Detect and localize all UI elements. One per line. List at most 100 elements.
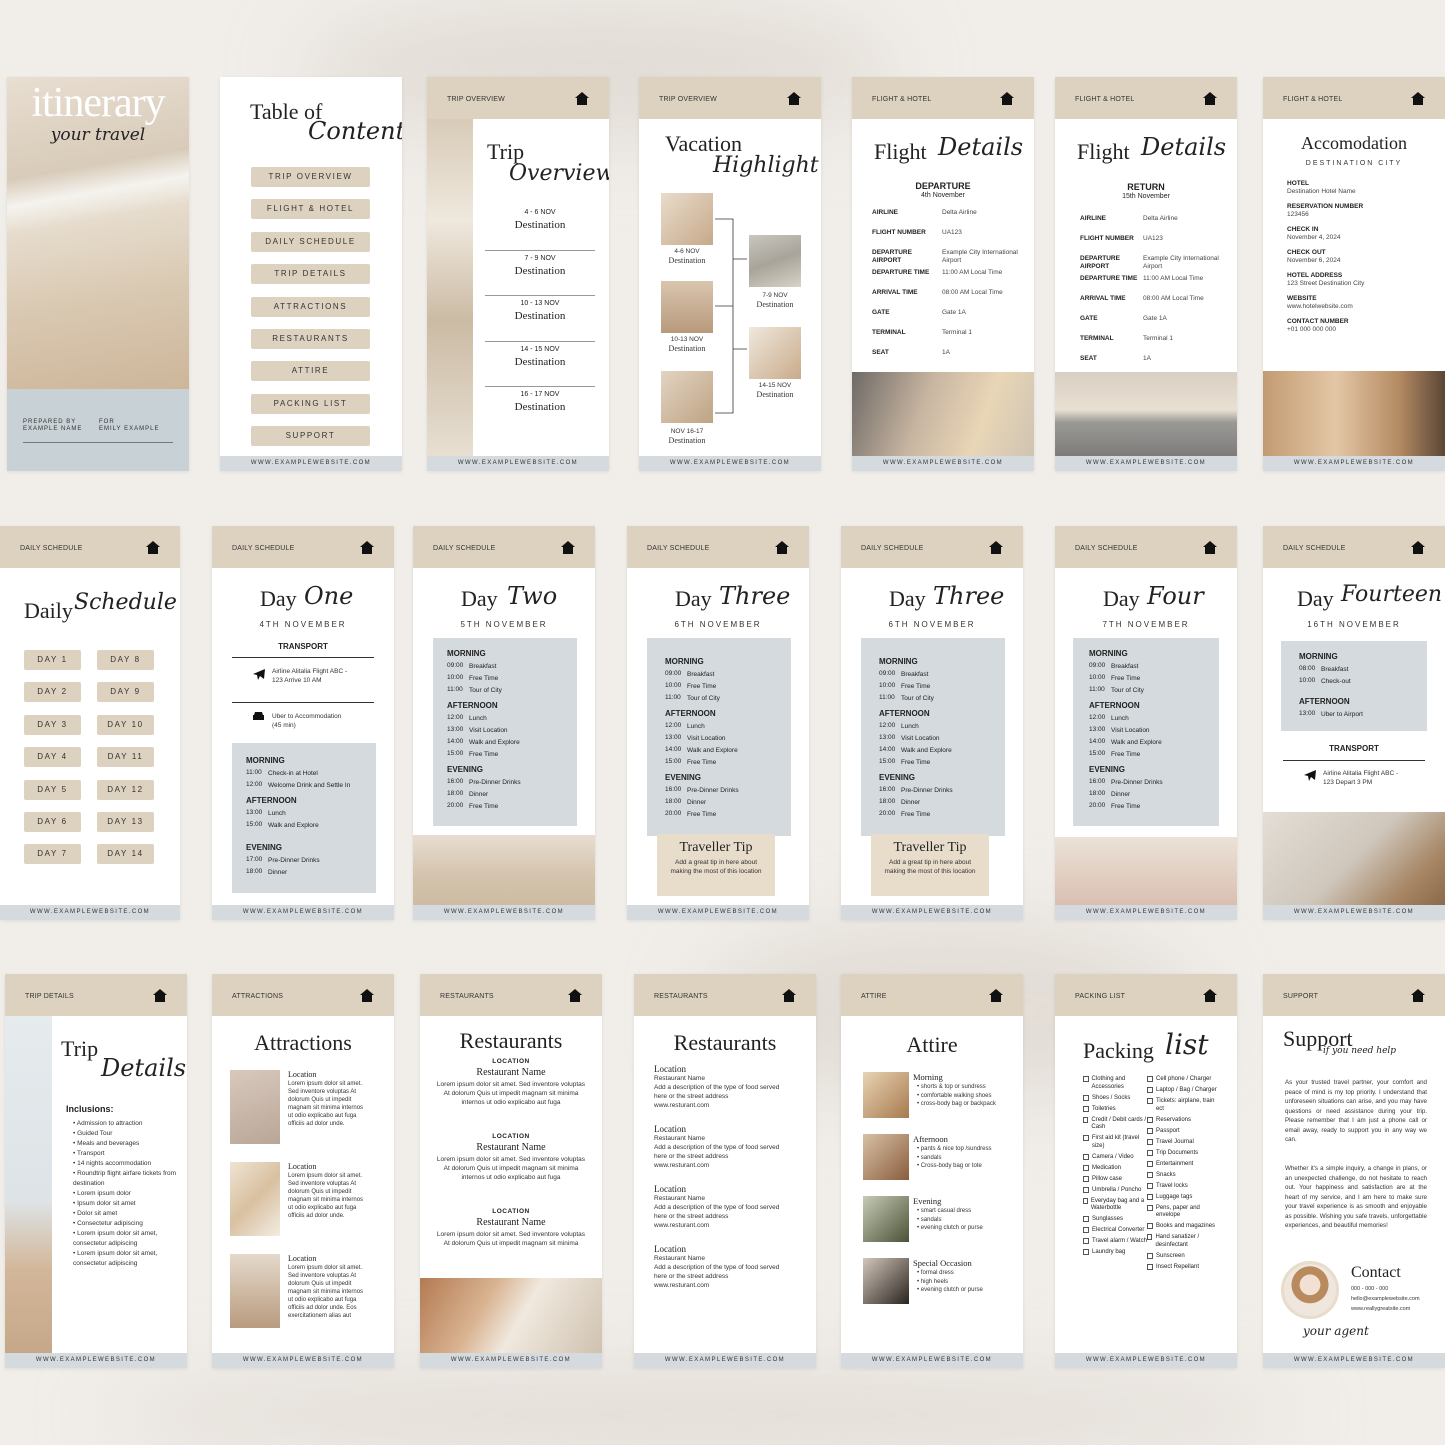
packing-item[interactable]: Sunscreen (1147, 1252, 1223, 1261)
day-button[interactable]: DAY 2 (24, 682, 81, 703)
checkbox-icon[interactable] (1083, 1216, 1089, 1222)
checkbox-icon[interactable] (1147, 1116, 1153, 1123)
day-two-page[interactable]: DAILY SCHEDULE Day Two 5TH NOVEMBER MORN… (413, 526, 595, 920)
checkbox-icon[interactable] (1083, 1135, 1089, 1141)
checkbox-icon[interactable] (1147, 1204, 1153, 1211)
packing-item[interactable]: Travel Journal (1147, 1138, 1223, 1147)
home-icon[interactable] (146, 541, 160, 554)
checkbox-icon[interactable] (1147, 1252, 1153, 1259)
packing-item[interactable]: Laptop / Bag / Charger (1147, 1087, 1223, 1095)
toc-item[interactable]: FLIGHT & HOTEL (251, 199, 370, 220)
packing-item[interactable]: Everyday bag and a Waterbottle (1083, 1197, 1151, 1213)
checkbox-icon[interactable] (1083, 1153, 1089, 1160)
checkbox-icon[interactable] (1147, 1138, 1153, 1145)
day-button[interactable]: DAY 4 (24, 747, 81, 768)
trip-overview-page[interactable]: TRIP OVERVIEW Trip Overview 4 - 6 NOV Des… (427, 77, 609, 471)
support-page[interactable]: SUPPORT Support if you need help As your… (1263, 974, 1445, 1368)
packing-item[interactable]: Pillow case (1083, 1175, 1151, 1184)
restaurants-page[interactable]: RESTAURANTS Restaurants LOCATION Restaura… (420, 974, 602, 1368)
checkbox-icon[interactable] (1147, 1263, 1153, 1270)
checkbox-icon[interactable] (1083, 1249, 1089, 1255)
packing-item[interactable]: Entertainment (1147, 1160, 1223, 1169)
home-icon[interactable] (1411, 92, 1425, 105)
checkbox-icon[interactable] (1147, 1127, 1153, 1134)
checkbox-icon[interactable] (1083, 1227, 1089, 1233)
day-button[interactable]: DAY 14 (97, 844, 154, 865)
packing-item[interactable]: Credit / Debit cards / Cash (1083, 1116, 1151, 1132)
daily-schedule-page[interactable]: DAILY SCHEDULE Daily Schedule DAY 1 DAY 2… (0, 526, 180, 920)
home-icon[interactable] (989, 541, 1003, 554)
day-button[interactable]: DAY 1 (24, 650, 81, 670)
checkbox-icon[interactable] (1083, 1105, 1089, 1112)
packing-item[interactable]: Clothing and Accessories (1083, 1076, 1151, 1091)
day-button[interactable]: DAY 11 (97, 747, 154, 768)
accommodation-page[interactable]: FLIGHT & HOTEL Accomodation DESTINATION … (1263, 77, 1445, 471)
day-three-page[interactable]: DAILY SCHEDULE Day Three 6TH NOVEMBER MO… (627, 526, 809, 920)
packing-item[interactable]: Toiletries (1083, 1105, 1151, 1114)
checkbox-icon[interactable] (1083, 1164, 1089, 1171)
checkbox-icon[interactable] (1147, 1171, 1153, 1178)
packing-item[interactable]: Camera / Video (1083, 1153, 1151, 1162)
packing-item[interactable]: Laundry bag (1083, 1249, 1151, 1257)
checkbox-icon[interactable] (1147, 1182, 1153, 1189)
checkbox-icon[interactable] (1147, 1160, 1153, 1167)
packing-item[interactable]: Books and magazines (1147, 1223, 1223, 1231)
toc-item[interactable]: TRIP DETAILS (251, 264, 370, 285)
home-icon[interactable] (1000, 92, 1014, 105)
packing-item[interactable]: Cell phone / Charger (1147, 1076, 1223, 1084)
contact-web[interactable]: www.reallygreatsite.com (1351, 1304, 1441, 1314)
home-icon[interactable] (989, 989, 1003, 1002)
toc-item[interactable]: DAILY SCHEDULE (251, 231, 370, 252)
home-icon[interactable] (153, 989, 167, 1002)
restaurants-page-alt[interactable]: RESTAURANTS Restaurants Location Restaura… (634, 974, 816, 1368)
checkbox-icon[interactable] (1147, 1193, 1153, 1200)
packing-item[interactable]: Snacks (1147, 1171, 1223, 1180)
toc-page[interactable]: Table of Contents TRIP OVERVIEWFLIGHT & … (220, 77, 402, 471)
checkbox-icon[interactable] (1083, 1076, 1089, 1082)
day-one-page[interactable]: DAILY SCHEDULE Day One 4TH NOVEMBER TRAN… (212, 526, 394, 920)
checkbox-icon[interactable] (1083, 1238, 1089, 1244)
contact-email[interactable]: hello@examplewebsite.com (1351, 1294, 1441, 1304)
packing-item[interactable]: Travel locks (1147, 1182, 1223, 1191)
packing-item[interactable]: Umbrella / Poncho (1083, 1186, 1151, 1195)
packing-item[interactable]: Shoes / Socks (1083, 1094, 1151, 1103)
packing-item[interactable]: Luggage tags (1147, 1193, 1223, 1202)
home-icon[interactable] (1203, 989, 1217, 1002)
packing-item[interactable]: Trip Documents (1147, 1149, 1223, 1158)
home-icon[interactable] (1411, 989, 1425, 1002)
packing-item[interactable]: First aid kit (travel size) (1083, 1135, 1151, 1150)
flight-departure-page[interactable]: FLIGHT & HOTEL Flight Details DEPARTURE … (852, 77, 1034, 471)
home-icon[interactable] (575, 92, 589, 105)
cover-page[interactable]: itinerary your travel PREPARED BY EXAMPL… (7, 77, 189, 471)
packing-item[interactable]: Medication (1083, 1164, 1151, 1173)
day-button[interactable]: DAY 13 (97, 812, 154, 832)
day-button[interactable]: DAY 7 (24, 844, 81, 865)
day-button[interactable]: DAY 5 (24, 779, 81, 800)
day-button[interactable]: DAY 12 (97, 779, 154, 800)
flight-return-page[interactable]: FLIGHT & HOTEL Flight Details RETURN 15t… (1055, 77, 1237, 471)
day-three-page-alt[interactable]: DAILY SCHEDULE Day Three 6TH NOVEMBER MO… (841, 526, 1023, 920)
packing-item[interactable]: Insect Repellant (1147, 1263, 1223, 1272)
packing-item[interactable]: Sunglasses (1083, 1216, 1151, 1224)
trip-details-page[interactable]: TRIP DETAILS Trip Details Inclusions: Ad… (5, 974, 187, 1368)
toc-item[interactable]: SUPPORT (251, 426, 370, 447)
toc-item[interactable]: ATTIRE (251, 361, 370, 382)
day-fourteen-page[interactable]: DAILY SCHEDULE Day Fourteen 16TH NOVEMBE… (1263, 526, 1445, 920)
home-icon[interactable] (360, 541, 374, 554)
toc-item[interactable]: ATTRACTIONS (251, 296, 370, 317)
packing-list-page[interactable]: PACKING LIST Packing list Clothing and A… (1055, 974, 1237, 1368)
home-icon[interactable] (561, 541, 575, 554)
checkbox-icon[interactable] (1147, 1087, 1153, 1093)
home-icon[interactable] (360, 989, 374, 1002)
home-icon[interactable] (1411, 541, 1425, 554)
checkbox-icon[interactable] (1083, 1116, 1089, 1123)
toc-item[interactable]: PACKING LIST (251, 393, 370, 414)
packing-item[interactable]: Tickets: airplane, train ect (1147, 1098, 1223, 1113)
attire-page[interactable]: ATTIRE Attire WWW.EXAMPLEWEBSITE.COM Mor… (841, 974, 1023, 1368)
checkbox-icon[interactable] (1147, 1223, 1153, 1229)
checkbox-icon[interactable] (1147, 1149, 1153, 1156)
home-icon[interactable] (1203, 541, 1217, 554)
home-icon[interactable] (775, 541, 789, 554)
checkbox-icon[interactable] (1083, 1094, 1089, 1101)
packing-item[interactable]: Pens, paper and envelope (1147, 1204, 1223, 1220)
